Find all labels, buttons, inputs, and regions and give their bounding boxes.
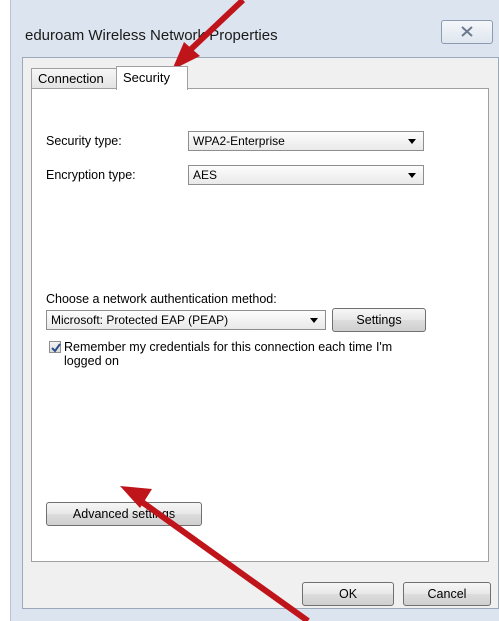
chevron-down-icon — [408, 173, 416, 178]
security-type-label: Security type: — [46, 134, 122, 148]
encryption-type-value: AES — [193, 168, 218, 182]
remember-credentials-label: Remember my credentials for this connect… — [64, 340, 393, 368]
auth-method-value: Microsoft: Protected EAP (PEAP) — [51, 313, 229, 327]
settings-button[interactable]: Settings — [332, 308, 426, 332]
window-title: eduroam Wireless Network Properties — [25, 27, 278, 44]
auth-method-select[interactable]: Microsoft: Protected EAP (PEAP) — [46, 310, 326, 330]
checkmark-icon — [51, 343, 61, 353]
properties-window: eduroam Wireless Network Properties Conn… — [10, 0, 499, 621]
security-type-value: WPA2-Enterprise — [193, 134, 285, 148]
close-button[interactable] — [441, 20, 493, 44]
tab-connection[interactable]: Connection — [31, 68, 118, 88]
chevron-down-icon — [310, 318, 318, 323]
remember-credentials-checkbox[interactable] — [49, 341, 61, 353]
encryption-type-label: Encryption type: — [46, 168, 136, 182]
encryption-type-select[interactable]: AES — [188, 165, 424, 185]
advanced-settings-button[interactable]: Advanced settings — [46, 502, 202, 526]
ok-button[interactable]: OK — [302, 582, 394, 606]
close-icon — [461, 26, 473, 37]
dialog-client-area: Connection Security Security type: WPA2-… — [22, 57, 499, 609]
auth-method-label: Choose a network authentication method: — [46, 292, 277, 306]
security-type-select[interactable]: WPA2-Enterprise — [188, 131, 424, 151]
cancel-button[interactable]: Cancel — [403, 582, 491, 606]
security-panel: Security type: WPA2-Enterprise Encryptio… — [31, 88, 489, 562]
tab-security[interactable]: Security — [116, 66, 188, 90]
chevron-down-icon — [408, 139, 416, 144]
